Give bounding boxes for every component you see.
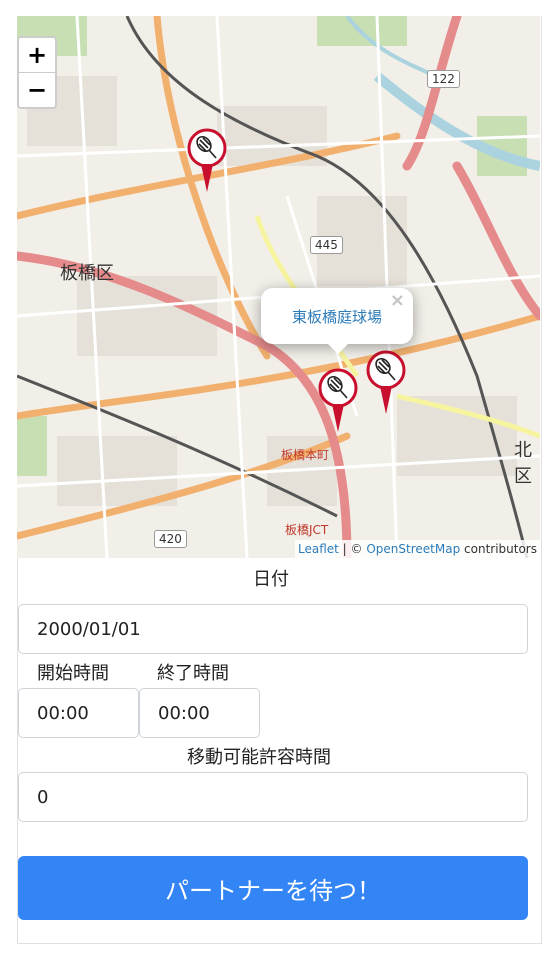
date-input[interactable]: 2000/01/01 bbox=[18, 604, 528, 654]
travel-time-label: 移動可能許容時間 bbox=[187, 747, 331, 768]
place-label-itabashi-ku: 板橋区 bbox=[60, 263, 114, 284]
map[interactable]: 板橋区 北区 445 420 122 板橋本町 板橋JCT + − 東板橋庭球場… bbox=[17, 16, 540, 558]
place-label-itabashi-honcho: 板橋本町 bbox=[281, 448, 330, 462]
road-shield-445: 445 bbox=[310, 236, 343, 254]
popup-tip bbox=[328, 344, 348, 354]
road-shield-420: 420 bbox=[154, 530, 187, 548]
osm-link[interactable]: OpenStreetMap bbox=[366, 542, 460, 556]
zoom-in-button[interactable]: + bbox=[19, 38, 55, 72]
end-time-input[interactable]: 00:00 bbox=[139, 688, 260, 738]
tennis-court-marker[interactable] bbox=[187, 128, 227, 194]
map-tiles bbox=[17, 16, 540, 558]
travel-time-input[interactable]: 0 bbox=[18, 772, 528, 822]
tennis-court-marker[interactable] bbox=[318, 368, 358, 434]
marker-popup: 東板橋庭球場 × bbox=[261, 288, 413, 354]
attribution-separator: | © bbox=[338, 542, 367, 556]
leaflet-link[interactable]: Leaflet bbox=[298, 542, 339, 556]
map-attribution: Leaflet | © OpenStreetMap contributors bbox=[295, 540, 540, 558]
start-time-input[interactable]: 00:00 bbox=[18, 688, 139, 738]
wait-for-partner-button[interactable]: パートナーを待つ！ bbox=[18, 856, 528, 920]
zoom-out-button[interactable]: − bbox=[19, 72, 55, 107]
zoom-control: + − bbox=[17, 36, 57, 109]
attribution-suffix: contributors bbox=[460, 542, 537, 556]
tennis-court-marker[interactable] bbox=[366, 350, 406, 416]
road-shield-122: 122 bbox=[427, 70, 460, 88]
popup-close-icon[interactable]: × bbox=[390, 290, 405, 311]
place-label-itabashi-jct: 板橋JCT bbox=[285, 523, 329, 537]
end-time-label: 終了時間 bbox=[157, 663, 229, 684]
date-label: 日付 bbox=[253, 569, 289, 590]
place-label-kita-ku: 北区 bbox=[514, 440, 532, 487]
popup-court-name[interactable]: 東板橋庭球場 bbox=[292, 306, 382, 327]
start-time-label: 開始時間 bbox=[37, 663, 109, 684]
